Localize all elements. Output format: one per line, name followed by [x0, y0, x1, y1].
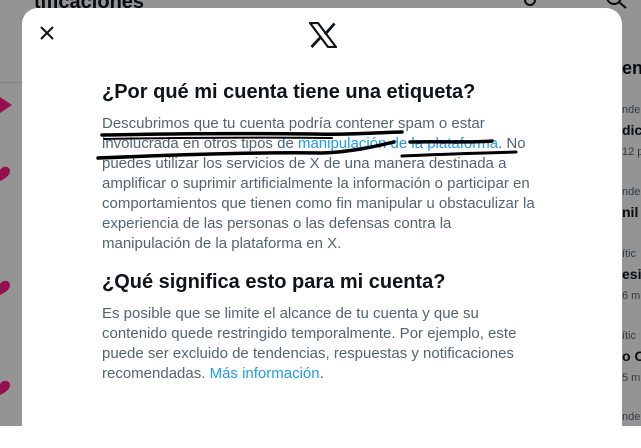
- paragraph-text: . No puedes utilizar los servicios de X …: [102, 135, 535, 252]
- paragraph-text: .: [319, 365, 324, 382]
- section-paragraph: Es posible que se limite el alcance de t…: [102, 304, 542, 384]
- close-icon: [40, 26, 54, 40]
- label-info-dialog: ¿Por qué mi cuenta tiene una etiqueta? D…: [22, 8, 622, 448]
- more-info-link[interactable]: Más información: [210, 365, 320, 382]
- section-paragraph: Descubrimos que tu cuenta podría contene…: [102, 114, 542, 254]
- close-button[interactable]: [32, 18, 62, 48]
- section-title: ¿Por qué mi cuenta tiene una etiqueta?: [102, 81, 476, 103]
- section-title: ¿Qué significa esto para mi cuenta?: [102, 271, 446, 293]
- dialog-content: ¿Por qué mi cuenta tiene una etiqueta? D…: [102, 78, 542, 384]
- x-logo-icon: [309, 22, 337, 48]
- platform-manipulation-link[interactable]: manipulación de la plataforma: [298, 135, 498, 152]
